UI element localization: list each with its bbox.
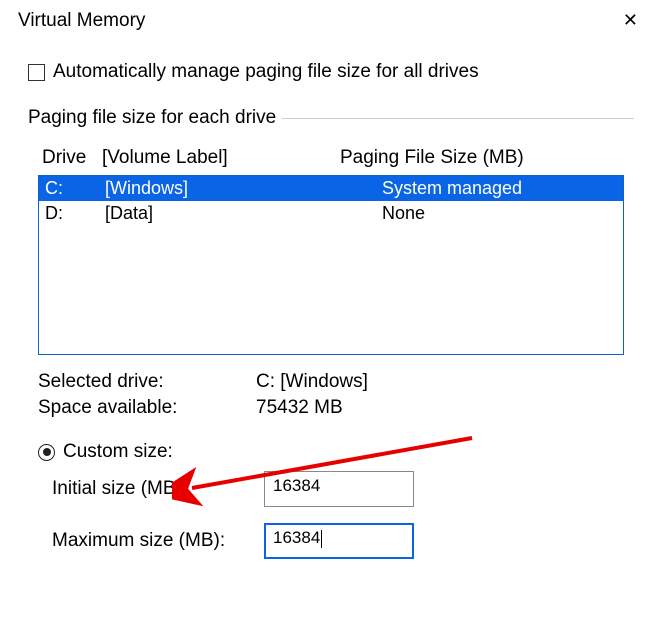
paging-file-group: Paging file size for each drive Drive [V… (28, 107, 634, 575)
automanage-label: Automatically manage paging file size fo… (53, 61, 479, 83)
radio-icon[interactable] (38, 444, 55, 461)
drive-paging-size: System managed (382, 178, 617, 199)
drive-info: Selected drive: C: [Windows] Space avail… (38, 371, 624, 419)
maximum-size-row: Maximum size (MB): 16384 (52, 523, 624, 559)
size-options: Custom size: Initial size (MB): 16384 Ma… (38, 441, 624, 559)
header-drive: Drive (42, 147, 102, 169)
header-paging-size: Paging File Size (MB) (340, 147, 620, 169)
drive-list[interactable]: C: [Windows] System managed D: [Data] No… (38, 175, 624, 355)
drive-list-header: Drive [Volume Label] Paging File Size (M… (38, 143, 624, 175)
space-available-value: 75432 MB (256, 397, 624, 419)
text-caret (321, 530, 322, 548)
drive-letter: C: (45, 178, 105, 199)
header-volume-label: [Volume Label] (102, 147, 340, 169)
drive-row[interactable]: D: [Data] None (39, 201, 623, 226)
custom-size-radio[interactable]: Custom size: (38, 441, 624, 463)
drive-volume-label: [Windows] (105, 178, 382, 199)
custom-size-label: Custom size: (63, 441, 173, 463)
automanage-checkbox-row[interactable]: Automatically manage paging file size fo… (28, 61, 634, 83)
space-available-label: Space available: (38, 397, 256, 419)
initial-size-input[interactable]: 16384 (264, 471, 414, 507)
drive-paging-size: None (382, 203, 617, 224)
maximum-size-label: Maximum size (MB): (52, 530, 264, 552)
dialog-content: Automatically manage paging file size fo… (0, 41, 662, 575)
group-legend: Paging file size for each drive (28, 107, 282, 129)
selected-drive-value: C: [Windows] (256, 371, 624, 393)
drive-volume-label: [Data] (105, 203, 382, 224)
titlebar: Virtual Memory ✕ (0, 0, 662, 41)
drive-letter: D: (45, 203, 105, 224)
drive-row[interactable]: C: [Windows] System managed (39, 176, 623, 201)
maximum-size-input[interactable]: 16384 (264, 523, 414, 559)
initial-size-label: Initial size (MB): (52, 478, 264, 500)
window-title: Virtual Memory (18, 10, 145, 32)
initial-size-row: Initial size (MB): 16384 (52, 471, 624, 507)
automanage-checkbox[interactable] (28, 64, 45, 81)
close-icon[interactable]: ✕ (617, 8, 644, 33)
selected-drive-label: Selected drive: (38, 371, 256, 393)
